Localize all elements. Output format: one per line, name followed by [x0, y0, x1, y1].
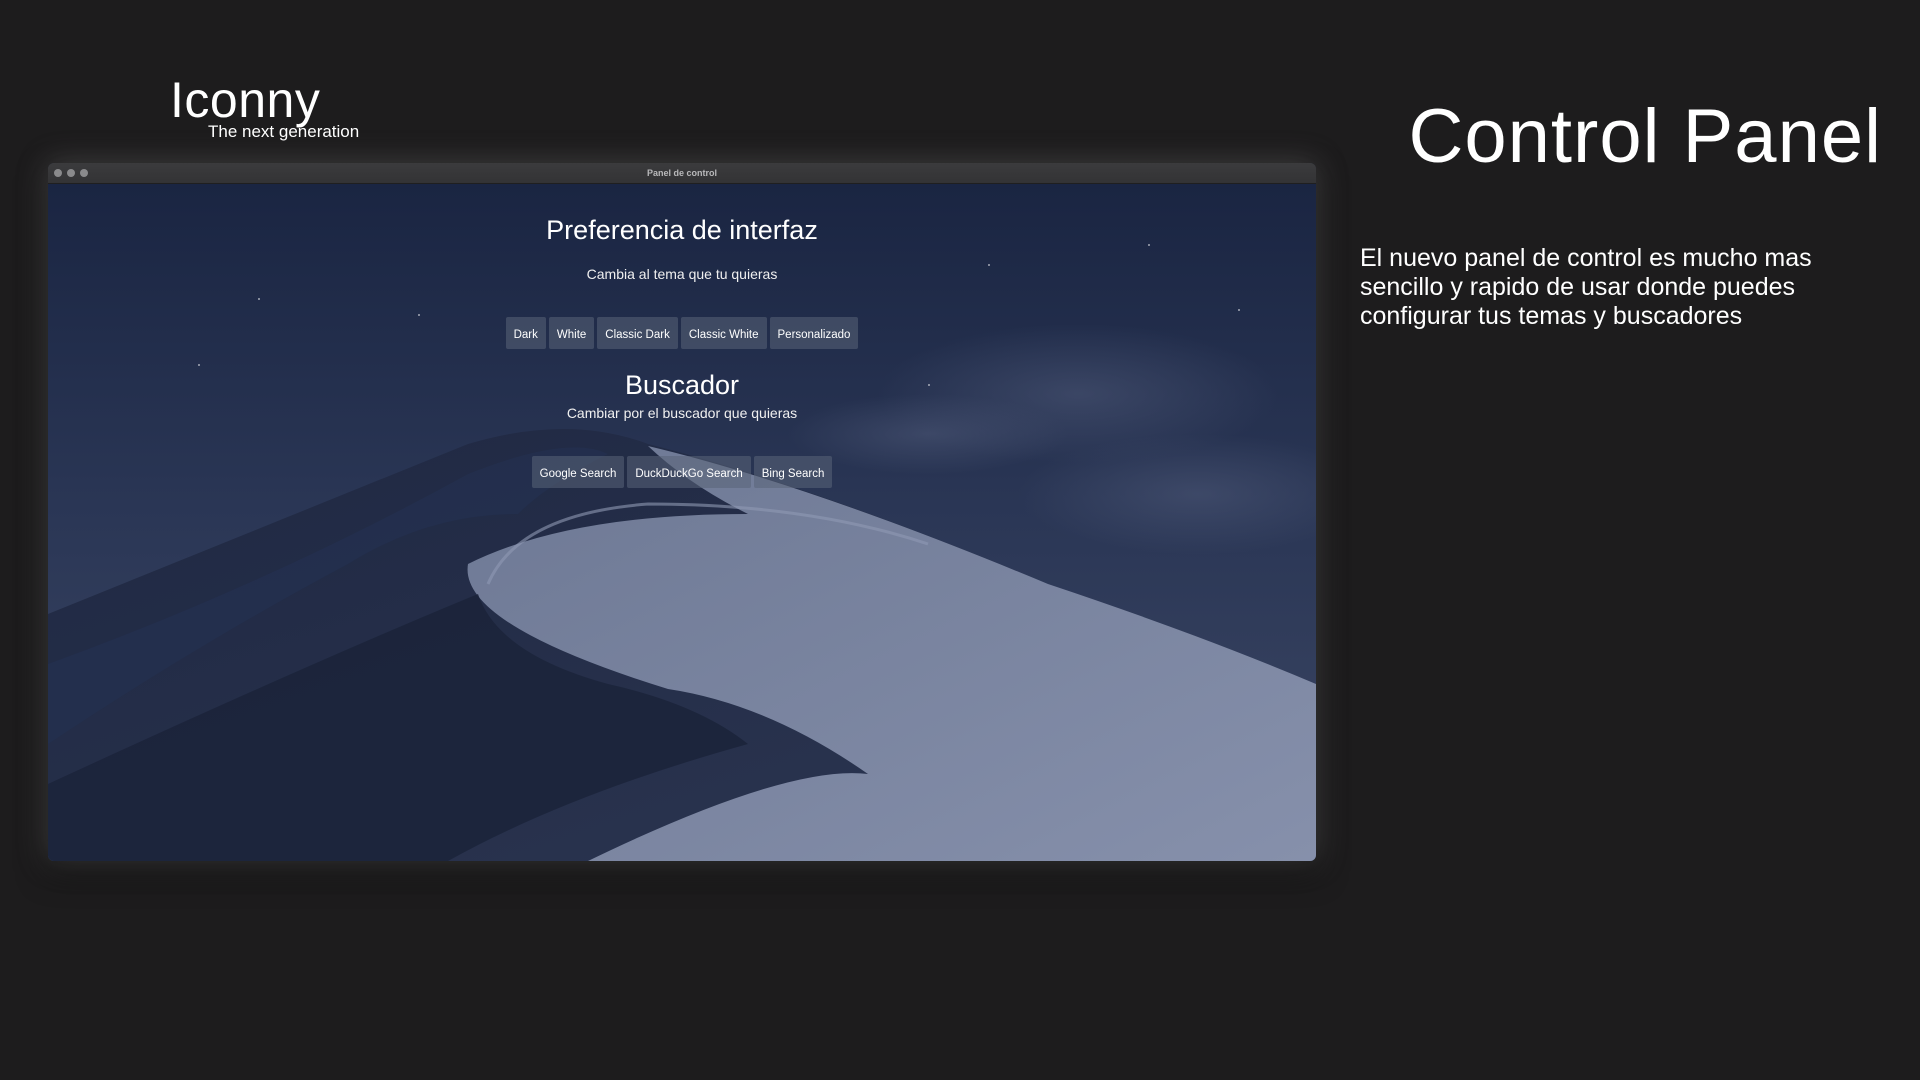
brand: Iconny The next generation — [170, 70, 359, 141]
slide-headline: Control Panel — [1408, 94, 1882, 179]
search-engine-section: Buscador — [48, 370, 1316, 401]
theme-custom-button[interactable]: Personalizado — [769, 317, 859, 349]
slide: Iconny The next generation Control Panel… — [0, 0, 1920, 1080]
interface-preference-subtitle: Cambia al tema que tu quieras — [586, 266, 778, 282]
search-engine-subtitle: Cambiar por el buscador que quieras — [566, 405, 798, 421]
interface-preference-section: Preferencia de interfaz — [48, 215, 1316, 246]
theme-white-button[interactable]: White — [548, 317, 595, 349]
theme-classic-white-button[interactable]: Classic White — [680, 317, 767, 349]
slide-description: El nuevo panel de control es mucho mas s… — [1360, 244, 1812, 330]
search-subtitle-wrap: Cambiar por el buscador que quieras — [48, 405, 1316, 421]
interface-preference-title: Preferencia de interfaz — [546, 215, 818, 245]
search-engine-title: Buscador — [624, 370, 740, 400]
google-search-button[interactable]: Google Search — [531, 456, 625, 488]
app-window: Panel de control Preferencia de interfaz… — [48, 163, 1316, 861]
bing-search-button[interactable]: Bing Search — [753, 456, 833, 488]
window-title: Panel de control — [646, 168, 717, 178]
duckduckgo-search-button[interactable]: DuckDuckGo Search — [627, 456, 751, 488]
search-engine-button-row: Google Search DuckDuckGo Search Bing Sea… — [48, 456, 1316, 488]
brand-name: Iconny — [170, 72, 321, 128]
window-titlebar[interactable]: Panel de control — [48, 163, 1316, 184]
interface-subtitle-wrap: Cambia al tema que tu quieras — [48, 266, 1316, 282]
window-content: Preferencia de interfaz Cambia al tema q… — [48, 184, 1316, 861]
brand-tagline: The next generation — [208, 122, 360, 141]
theme-button-row: Dark White Classic Dark Classic White Pe… — [48, 317, 1316, 349]
theme-dark-button[interactable]: Dark — [505, 317, 546, 349]
theme-classic-dark-button[interactable]: Classic Dark — [597, 317, 678, 349]
desert-dune-wallpaper — [48, 184, 1316, 861]
